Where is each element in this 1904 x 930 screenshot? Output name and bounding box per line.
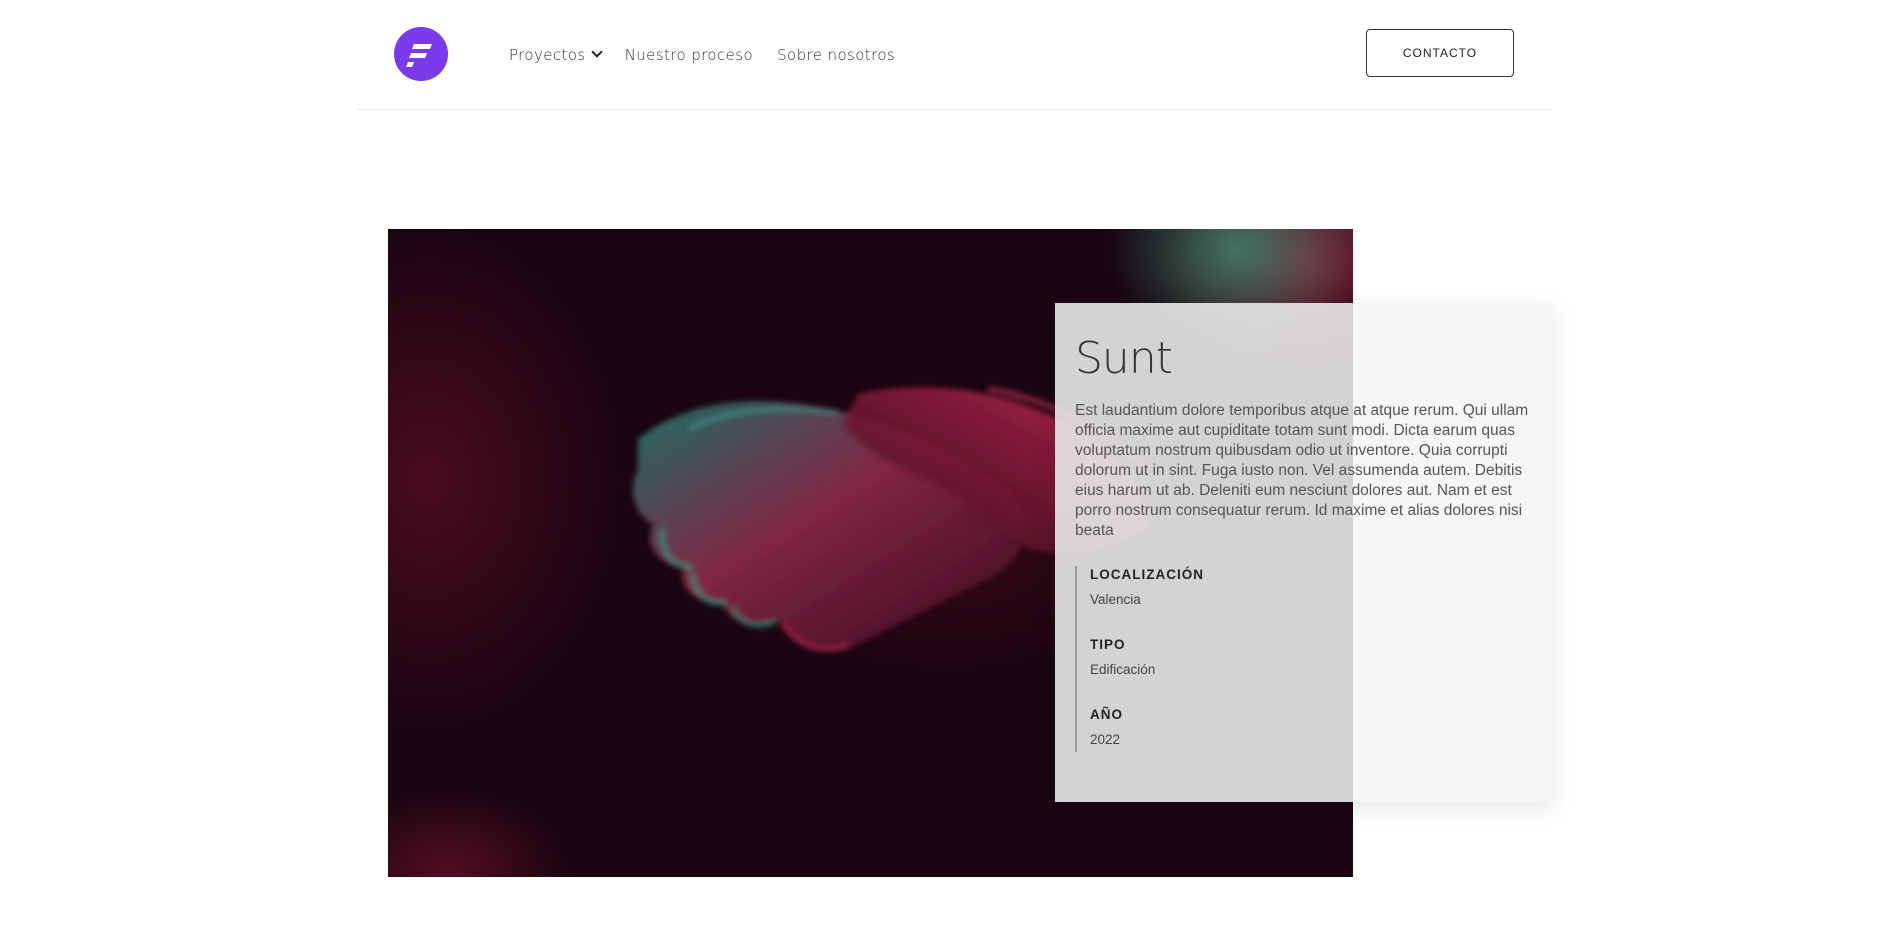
fact-value: 2022: [1090, 732, 1121, 747]
main-nav: Proyectos Nuestro proceso Sobre nosotros: [509, 0, 895, 109]
nav-item-sobre-nosotros[interactable]: Sobre nosotros: [777, 46, 895, 64]
fact-value: Edificación: [1090, 662, 1156, 677]
contact-button[interactable]: CONTACTO: [1366, 29, 1514, 77]
site-header: Proyectos Nuestro proceso Sobre nosotros…: [357, 0, 1552, 110]
fact-type: TIPO Edificación: [1090, 636, 1533, 706]
nav-item-proyectos[interactable]: Proyectos: [509, 45, 603, 64]
nav-item-label: Proyectos: [509, 45, 586, 64]
fact-label: AÑO: [1090, 707, 1123, 722]
fact-value: Valencia: [1090, 592, 1141, 607]
nav-item-nuestro-proceso[interactable]: Nuestro proceso: [625, 46, 753, 64]
project-description: Est laudantium dolore temporibus atque a…: [1075, 402, 1529, 539]
chevron-down-icon: [590, 46, 603, 58]
project-info-card: Sunt Est laudantium dolore temporibus at…: [1055, 303, 1553, 802]
project-title: Sunt: [1075, 333, 1173, 384]
nav-item-label: Nuestro proceso: [624, 45, 754, 64]
fact-location: LOCALIZACIÓN Valencia: [1090, 566, 1533, 636]
project-facts: LOCALIZACIÓN Valencia TIPO Edificación A…: [1075, 566, 1533, 752]
fact-label: LOCALIZACIÓN: [1090, 567, 1204, 582]
fact-year: AÑO 2022: [1090, 706, 1533, 776]
fact-label: TIPO: [1090, 637, 1126, 652]
f-letter-logo-icon[interactable]: [394, 27, 448, 81]
nav-item-label: Sobre nosotros: [777, 45, 896, 64]
